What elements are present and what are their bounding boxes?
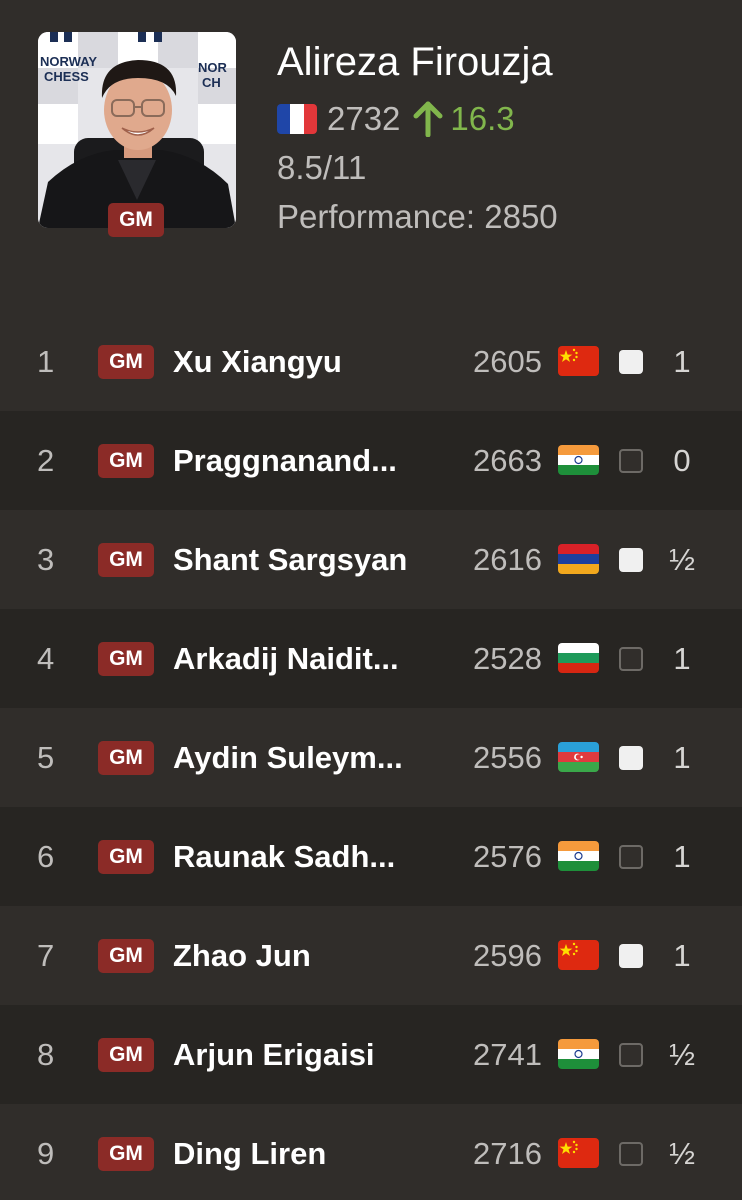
black-pieces-icon: [619, 845, 643, 869]
game-result[interactable]: 1: [655, 708, 709, 807]
game-row[interactable]: 6 GM Raunak Sadh... 2576 1: [0, 807, 742, 906]
svg-text:CHESS: CHESS: [44, 69, 89, 84]
opponent-name[interactable]: Xu Xiangyu: [173, 312, 342, 411]
white-pieces-icon: [619, 548, 643, 572]
opponent-name[interactable]: Arjun Erigaisi: [173, 1005, 375, 1104]
round-number: 5: [37, 740, 55, 775]
opponent-rating: 2528: [473, 641, 542, 676]
game-result[interactable]: ½: [655, 1005, 709, 1104]
game-row[interactable]: 2 GM Praggnanand... 2663 0: [0, 411, 742, 510]
game-row[interactable]: 8 GM Arjun Erigaisi 2741 ½: [0, 1005, 742, 1104]
player-rating-line: 2732 16.3: [277, 98, 515, 140]
opponent-rating: 2605: [473, 344, 542, 379]
bulgaria-flag-icon: [558, 643, 599, 673]
opponent-rating: 2663: [473, 443, 542, 478]
game-result[interactable]: 1: [655, 609, 709, 708]
opponent-name[interactable]: Ding Liren: [173, 1104, 326, 1200]
player-performance: Performance: 2850: [277, 198, 558, 235]
round-number: 3: [37, 542, 55, 577]
opponent-name[interactable]: Shant Sargsyan: [173, 510, 407, 609]
results-table: 1 GM Xu Xiangyu 2605 1 2 GM Praggnanand... 2663 0…: [0, 312, 742, 1200]
opponent-name[interactable]: Raunak Sadh...: [173, 807, 395, 906]
opponent-rating: 2596: [473, 938, 542, 973]
player-avatar[interactable]: NORWAY CHESS NOR CH: [38, 32, 236, 228]
india-flag-icon: [558, 841, 599, 871]
opponent-rating: 2576: [473, 839, 542, 874]
player-header: NORWAY CHESS NOR CH GM Alireza Firouzja: [0, 0, 742, 310]
game-row[interactable]: 1 GM Xu Xiangyu 2605 1: [0, 312, 742, 411]
player-title-badge: GM: [108, 203, 164, 237]
opponent-rating: 2556: [473, 740, 542, 775]
player-photo: NORWAY CHESS NOR CH: [38, 32, 236, 228]
title-badge: GM: [98, 543, 154, 577]
title-badge: GM: [98, 939, 154, 973]
title-badge: GM: [98, 1137, 154, 1171]
game-row[interactable]: 7 GM Zhao Jun 2596 1: [0, 906, 742, 1005]
title-badge: GM: [98, 741, 154, 775]
black-pieces-icon: [619, 449, 643, 473]
title-badge: GM: [98, 345, 154, 379]
opponent-name[interactable]: Praggnanand...: [173, 411, 397, 510]
armenia-flag-icon: [558, 544, 599, 574]
white-pieces-icon: [619, 350, 643, 374]
opponent-name[interactable]: Aydin Suleym...: [173, 708, 403, 807]
round-number: 7: [37, 938, 55, 973]
title-badge: GM: [98, 444, 154, 478]
svg-text:NORWAY: NORWAY: [40, 54, 97, 69]
game-row[interactable]: 5 GM Aydin Suleym... 2556 1: [0, 708, 742, 807]
game-row[interactable]: 3 GM Shant Sargsyan 2616 ½: [0, 510, 742, 609]
round-number: 8: [37, 1037, 55, 1072]
china-flag-icon: [558, 346, 599, 376]
game-row[interactable]: 4 GM Arkadij Naidit... 2528 1: [0, 609, 742, 708]
round-number: 1: [37, 344, 55, 379]
opponent-rating: 2616: [473, 542, 542, 577]
title-badge: GM: [98, 1038, 154, 1072]
white-pieces-icon: [619, 944, 643, 968]
round-number: 6: [37, 839, 55, 874]
svg-text:NOR: NOR: [198, 60, 228, 75]
azerbaijan-flag-icon: [558, 742, 599, 772]
opponent-name[interactable]: Arkadij Naidit...: [173, 609, 399, 708]
player-score: 8.5/11: [277, 149, 367, 186]
player-name[interactable]: Alireza Firouzja: [277, 40, 553, 85]
title-badge: GM: [98, 642, 154, 676]
black-pieces-icon: [619, 647, 643, 671]
round-number: 2: [37, 443, 55, 478]
game-result[interactable]: ½: [655, 1104, 709, 1200]
round-number: 9: [37, 1136, 55, 1171]
opponent-rating: 2716: [473, 1136, 542, 1171]
svg-text:CH: CH: [202, 75, 221, 90]
white-pieces-icon: [619, 746, 643, 770]
game-result[interactable]: 1: [655, 312, 709, 411]
title-badge: GM: [98, 840, 154, 874]
game-row[interactable]: 9 GM Ding Liren 2716 ½: [0, 1104, 742, 1200]
rating-change: 16.3: [450, 100, 515, 137]
black-pieces-icon: [619, 1142, 643, 1166]
india-flag-icon: [558, 1039, 599, 1069]
player-rating: 2732: [327, 100, 401, 137]
china-flag-icon: [558, 1138, 599, 1168]
black-pieces-icon: [619, 1043, 643, 1067]
round-number: 4: [37, 641, 55, 676]
game-result[interactable]: ½: [655, 510, 709, 609]
game-result[interactable]: 0: [655, 411, 709, 510]
france-flag-icon: [277, 104, 317, 134]
opponent-rating: 2741: [473, 1037, 542, 1072]
arrow-up-icon: [413, 101, 443, 137]
opponent-name[interactable]: Zhao Jun: [173, 906, 311, 1005]
game-result[interactable]: 1: [655, 906, 709, 1005]
china-flag-icon: [558, 940, 599, 970]
game-result[interactable]: 1: [655, 807, 709, 906]
india-flag-icon: [558, 445, 599, 475]
